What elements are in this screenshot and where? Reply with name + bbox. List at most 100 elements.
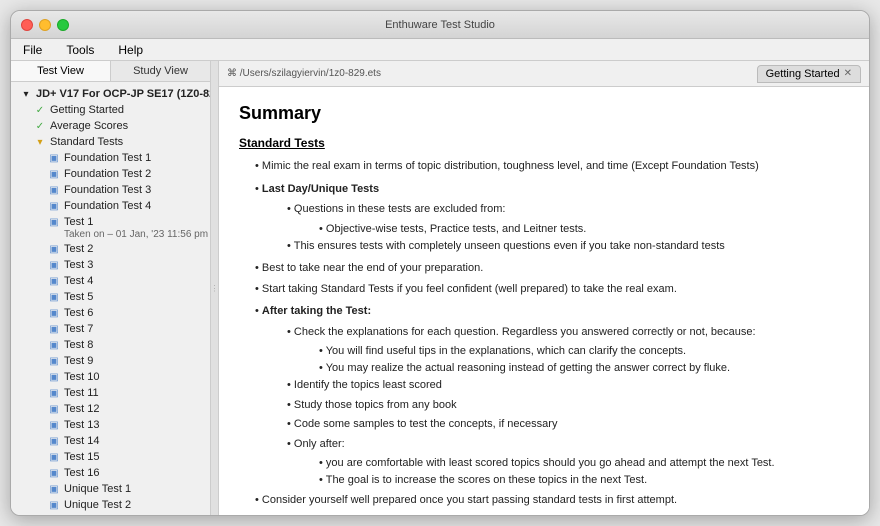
sub-sub-useful: • You will find useful tips in the expla… <box>319 343 849 357</box>
divider-handle[interactable]: ⋮ <box>211 61 219 515</box>
check-icon-avg: ✓ <box>33 119 47 133</box>
tree-label-getting-started: Getting Started <box>50 104 124 116</box>
sub-item-only: Only after: <box>287 436 849 453</box>
tree-item-test-3[interactable]: ▣ Test 3 <box>11 257 210 273</box>
close-button[interactable] <box>21 19 33 31</box>
tree-item-getting-started[interactable]: ✓ Getting Started <box>11 102 210 118</box>
sub-sub-comfortable-text: you are comfortable with least scored to… <box>326 457 775 469</box>
after-taking-list: After taking the Test: Check the explana… <box>255 303 849 486</box>
content-area: Summary Standard Tests Mimic the real ex… <box>219 87 869 515</box>
right-panel: ⌘ /Users/szilagyiervin/1z0-829.ets Getti… <box>219 61 869 515</box>
test-icon-t1: ▣ <box>47 215 61 229</box>
tree-label-test-12: Test 12 <box>64 403 99 415</box>
main-content: Test View Study View ▾ JD+ V17 For OCP-J… <box>11 61 869 515</box>
tree-item-foundation-test-2[interactable]: ▣ Foundation Test 2 <box>11 166 210 182</box>
sub-item-check: Check the explanations for each question… <box>287 324 849 341</box>
after-taking-label: After taking the Test: <box>255 303 849 320</box>
tree-item-test-1[interactable]: ▣ Test 1 Taken on – 01 Jan, '23 11:56 pm <box>11 214 210 241</box>
sub-sub-label: • <box>319 223 326 235</box>
traffic-lights <box>21 19 69 31</box>
tree-item-test-4[interactable]: ▣ Test 4 <box>11 273 210 289</box>
tree-label-test-10: Test 10 <box>64 371 99 383</box>
tree-item-unique-test-1[interactable]: ▣ Unique Test 1 <box>11 481 210 497</box>
ignore-rest: if you take the same standard test again… <box>328 515 529 516</box>
tab-study-view[interactable]: Study View <box>111 61 210 81</box>
test-icon-u1: ▣ <box>47 482 61 496</box>
tree-item-test-6[interactable]: ▣ Test 6 <box>11 305 210 321</box>
bullet-list-1: Mimic the real exam in terms of topic di… <box>255 158 849 175</box>
tree-item-test-2[interactable]: ▣ Test 2 <box>11 241 210 257</box>
tree-label-unique-test-2: Unique Test 2 <box>64 499 131 511</box>
tree-item-test-15[interactable]: ▣ Test 15 <box>11 449 210 465</box>
tree-item-avg-scores[interactable]: ✓ Average Scores <box>11 118 210 134</box>
main-window: Enthuware Test Studio File Tools Help Te… <box>10 10 870 516</box>
tree-item-test-7[interactable]: ▣ Test 7 <box>11 321 210 337</box>
bullet-list-2: Best to take near the end of your prepar… <box>255 260 849 297</box>
test-icon-u2: ▣ <box>47 498 61 512</box>
test-icon-f4: ▣ <box>47 199 61 213</box>
tree-item-test-12[interactable]: ▣ Test 12 <box>11 401 210 417</box>
left-panel: Test View Study View ▾ JD+ V17 For OCP-J… <box>11 61 211 515</box>
tree-item-foundation-test-4[interactable]: ▣ Foundation Test 4 <box>11 198 210 214</box>
tree-item-standard-tests[interactable]: ▾ Standard Tests <box>11 134 210 150</box>
sub-sub-text: Objective-wise tests, Practice tests, an… <box>326 223 586 235</box>
tree-label-test-7: Test 7 <box>64 323 93 335</box>
tree-container[interactable]: ▾ JD+ V17 For OCP-JP SE17 (1Z0-829) ✓ Ge… <box>11 82 210 515</box>
tree-label-unique-test-1: Unique Test 1 <box>64 483 131 495</box>
maximize-button[interactable] <box>57 19 69 31</box>
test-1-taken: Taken on – 01 Jan, '23 11:56 pm <box>47 229 208 240</box>
folder-icon-standard: ▾ <box>33 135 47 149</box>
tree-item-test-13[interactable]: ▣ Test 13 <box>11 417 210 433</box>
address-bar: ⌘ /Users/szilagyiervin/1z0-829.ets Getti… <box>219 61 869 87</box>
tree-label-foundation-test-2: Foundation Test 2 <box>64 168 151 180</box>
test-icon-t7: ▣ <box>47 322 61 336</box>
tree-label-avg-scores: Average Scores <box>50 120 128 132</box>
tree-item-test-5[interactable]: ▣ Test 5 <box>11 289 210 305</box>
content-tab-getting-started[interactable]: Getting Started ✕ <box>757 65 861 83</box>
tree-label-foundation-test-3: Foundation Test 3 <box>64 184 151 196</box>
test-icon-u3: ▣ <box>47 514 61 515</box>
tree-item-test-11[interactable]: ▣ Test 11 <box>11 385 210 401</box>
tree-item-unique-test-3[interactable]: ▣ Unique Test 3 <box>11 513 210 515</box>
sub-sub-useful-text: You will find useful tips in the explana… <box>326 345 686 357</box>
bullet-item-1: Mimic the real exam in terms of topic di… <box>255 158 849 175</box>
after-taking-bold: After taking the Test: <box>262 305 371 317</box>
tree-item-test-10[interactable]: ▣ Test 10 <box>11 369 210 385</box>
menu-help[interactable]: Help <box>114 41 147 59</box>
sub-sub-goal-text: The goal is to increase the scores on th… <box>326 474 647 486</box>
sub-item-excluded: Questions in these tests are excluded fr… <box>287 201 849 218</box>
tree-item-test-14[interactable]: ▣ Test 14 <box>11 433 210 449</box>
tab-test-view[interactable]: Test View <box>11 61 111 81</box>
tree-item-foundation-test-1[interactable]: ▣ Foundation Test 1 <box>11 150 210 166</box>
test-icon-t8: ▣ <box>47 338 61 352</box>
content-tab-close-icon[interactable]: ✕ <box>844 68 852 79</box>
last-day-item: Last Day/Unique Tests <box>255 181 849 198</box>
sub-sub-goal: • The goal is to increase the scores on … <box>319 472 849 486</box>
tree-item-foundation-test-3[interactable]: ▣ Foundation Test 3 <box>11 182 210 198</box>
test-icon-t6: ▣ <box>47 306 61 320</box>
final-bullets: Consider yourself well prepared once you… <box>255 492 849 515</box>
title-bar: Enthuware Test Studio <box>11 11 869 39</box>
tree-item-test-8[interactable]: ▣ Test 8 <box>11 337 210 353</box>
minimize-button[interactable] <box>39 19 51 31</box>
menu-tools[interactable]: Tools <box>62 41 98 59</box>
tree-item-test-16[interactable]: ▣ Test 16 <box>11 465 210 481</box>
sub-list-excluded: Questions in these tests are excluded fr… <box>287 201 849 254</box>
tree-item-unique-test-2[interactable]: ▣ Unique Test 2 <box>11 497 210 513</box>
menu-bar: File Tools Help <box>11 39 869 61</box>
tree-item-test-9[interactable]: ▣ Test 9 <box>11 353 210 369</box>
test-icon-t2: ▣ <box>47 242 61 256</box>
tree-label-test-11: Test 11 <box>64 387 99 399</box>
test-icon-t9: ▣ <box>47 354 61 368</box>
test-icon-t10: ▣ <box>47 370 61 384</box>
left-tab-bar: Test View Study View <box>11 61 210 82</box>
tree-item-root[interactable]: ▾ JD+ V17 For OCP-JP SE17 (1Z0-829) <box>11 86 210 102</box>
last-day-label: Last Day/Unique Tests Questions in these… <box>255 181 849 255</box>
test-icon-f1: ▣ <box>47 151 61 165</box>
sub-sub-realize-text: You may realize the actual reasoning ins… <box>326 362 730 374</box>
test-icon-t3: ▣ <box>47 258 61 272</box>
menu-file[interactable]: File <box>19 41 46 59</box>
tree-label-test-9: Test 9 <box>64 355 93 367</box>
ignore-bold: Ignore score <box>262 515 328 516</box>
tree-label-foundation-test-1: Foundation Test 1 <box>64 152 151 164</box>
